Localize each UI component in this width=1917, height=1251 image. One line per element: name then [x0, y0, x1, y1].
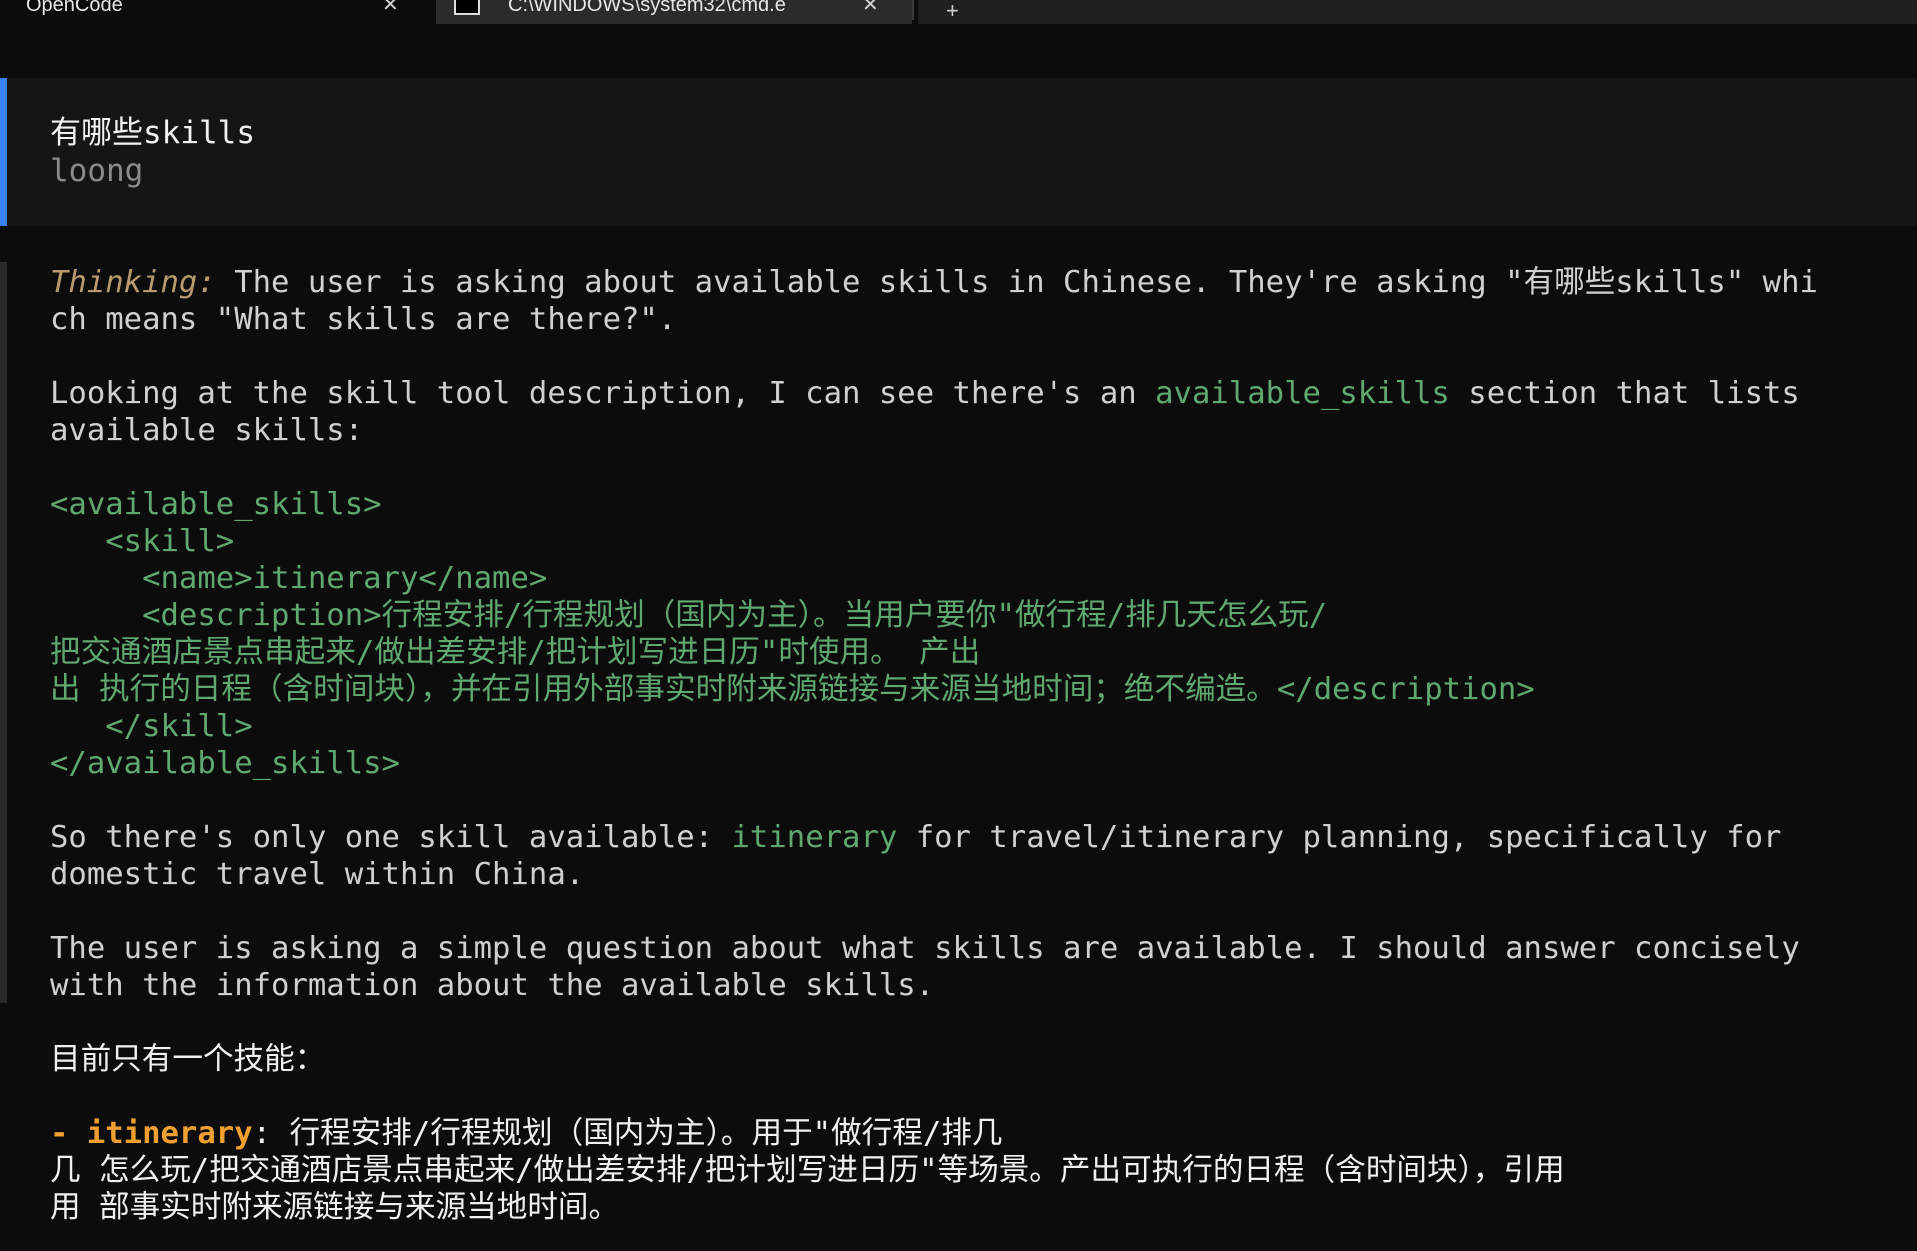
tab-separator [912, 0, 914, 20]
answer-bullet: - itinerary: 行程安排/行程规划（国内为主）。用于"做行程/排几 [50, 1115, 1910, 1152]
bullet-skill-name: - itinerary [50, 1116, 253, 1151]
thinking-text: available skills: [50, 413, 364, 448]
thinking-text: Looking at the skill tool description, I… [50, 376, 1156, 411]
thinking-block-border [0, 262, 7, 1003]
answer-text: 用 部事实时附来源链接与来源当地时间。 [50, 1190, 620, 1225]
tab-title: OpenCode [26, 0, 123, 16]
code-line: <available_skills> [50, 487, 382, 522]
thinking-text: The user is asking a simple question abo… [50, 931, 1800, 966]
tab-cmd[interactable]: C:\WINDOWS\system32\cmd.e ✕ [436, 0, 912, 24]
tab-title: C:\WINDOWS\system32\cmd.e [508, 0, 786, 16]
answer-text: : 行程安排/行程规划（国内为主）。用于"做行程/排几 [252, 1116, 1003, 1151]
thinking-text: So there's only one skill available: [50, 820, 732, 855]
close-icon[interactable]: ✕ [862, 0, 879, 17]
thinking-text: with the information about the available… [50, 968, 935, 1003]
answer-intro: 目前只有一个技能： [50, 1042, 326, 1077]
tab-bar: OpenCode ✕ C:\WINDOWS\system32\cmd.e ✕ + [0, 0, 1917, 25]
new-tab-button[interactable]: + [946, 0, 959, 22]
terminal-icon [454, 0, 480, 15]
tab-strip-empty [918, 0, 1917, 24]
thinking-paragraph-4: So there's only one skill available: iti… [50, 819, 1910, 856]
thinking-text: The user is asking about available skill… [215, 265, 1818, 300]
code-line: </skill> [50, 709, 253, 744]
code-line: 把交通酒店景点串起来/做出差安排/把计划写进日历"时使用。 产出 [50, 635, 981, 670]
thinking-paragraph-1: Thinking: The user is asking about avail… [50, 264, 1910, 301]
tab-opencode[interactable]: OpenCode ✕ [0, 0, 430, 24]
code-line: </available_skills> [50, 746, 400, 781]
user-message-author: loong [50, 153, 144, 189]
thinking-text: for travel/itinerary planning, specifica… [897, 820, 1782, 855]
thinking-label: Thinking: [50, 265, 216, 300]
close-icon[interactable]: ✕ [382, 0, 399, 17]
code-line: <skill> [50, 524, 235, 559]
code-line: <name>itinerary</name> [50, 561, 548, 596]
user-message: 有哪些skills loong [0, 78, 1917, 226]
thinking-text: section that lists [1449, 376, 1800, 411]
code-line: <description>行程安排/行程规划（国内为主）。当用户要你"做行程/排… [50, 598, 1328, 633]
inline-code: itinerary [731, 820, 898, 855]
user-message-text: 有哪些skills [50, 115, 255, 151]
thinking-text: domestic travel within China. [50, 857, 585, 892]
thinking-text: ch means "What skills are there?". [50, 302, 677, 337]
inline-code: available_skills [1155, 376, 1450, 411]
code-line: 出 执行的日程（含时间块），并在引用外部事实时附来源链接与来源当地时间；绝不编造… [50, 672, 1535, 707]
thinking-paragraph-2: Looking at the skill tool description, I… [50, 375, 1910, 412]
answer-text: 几 怎么玩/把交通酒店景点串起来/做出差安排/把计划写进日历"等场景。产出可执行… [50, 1153, 1565, 1188]
